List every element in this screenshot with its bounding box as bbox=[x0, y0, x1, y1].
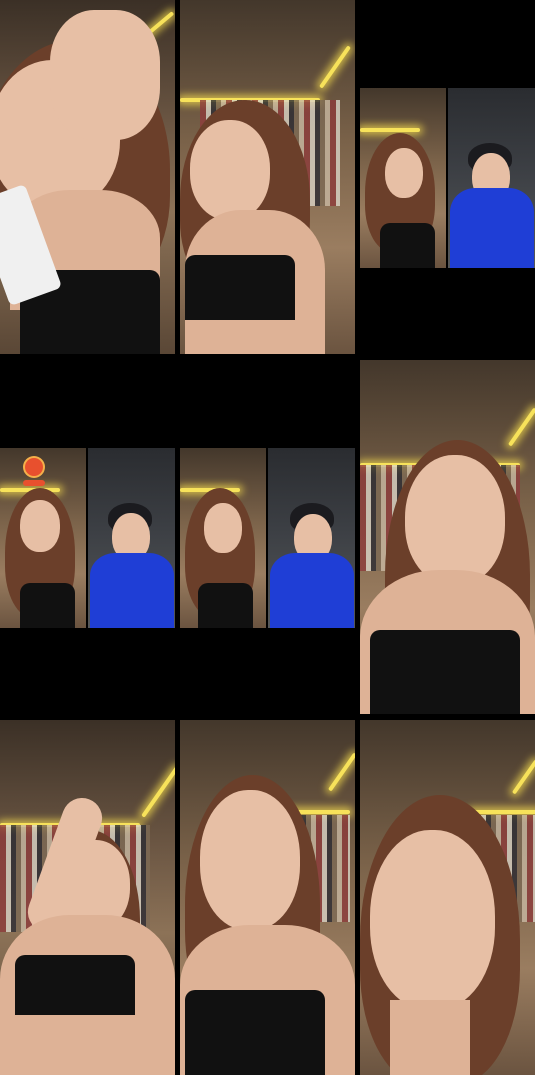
face bbox=[204, 503, 242, 553]
black-top bbox=[185, 990, 325, 1075]
tile-5[interactable] bbox=[180, 448, 355, 628]
face bbox=[190, 120, 270, 220]
split-right bbox=[88, 448, 175, 628]
black-top bbox=[15, 955, 135, 1015]
black-top bbox=[185, 255, 295, 320]
blue-shirt bbox=[450, 188, 534, 268]
black-top bbox=[380, 223, 435, 268]
hand bbox=[50, 10, 160, 140]
gift-badge-icon[interactable] bbox=[25, 458, 43, 476]
tile-1[interactable] bbox=[0, 0, 175, 354]
split-left bbox=[360, 88, 446, 268]
face bbox=[200, 790, 300, 930]
face bbox=[20, 500, 60, 552]
blue-shirt bbox=[270, 553, 354, 628]
face bbox=[405, 455, 505, 585]
tile-8[interactable] bbox=[180, 720, 355, 1075]
face bbox=[370, 830, 495, 1010]
split-right bbox=[448, 88, 535, 268]
split-left bbox=[0, 448, 86, 628]
split-left bbox=[180, 448, 266, 628]
black-top bbox=[198, 583, 253, 628]
tile-7[interactable] bbox=[0, 720, 175, 1075]
blue-shirt bbox=[90, 553, 174, 628]
tile-2[interactable] bbox=[180, 0, 355, 354]
black-top bbox=[20, 583, 75, 628]
tile-3[interactable] bbox=[360, 88, 535, 268]
neck bbox=[390, 1000, 470, 1075]
face bbox=[385, 148, 423, 198]
tile-9[interactable] bbox=[360, 720, 535, 1075]
led-strip bbox=[360, 128, 420, 132]
split-right bbox=[268, 448, 355, 628]
black-top bbox=[370, 630, 520, 714]
tile-4[interactable] bbox=[0, 448, 175, 628]
tile-6[interactable] bbox=[360, 360, 535, 714]
gift-badge-tag bbox=[23, 480, 45, 486]
